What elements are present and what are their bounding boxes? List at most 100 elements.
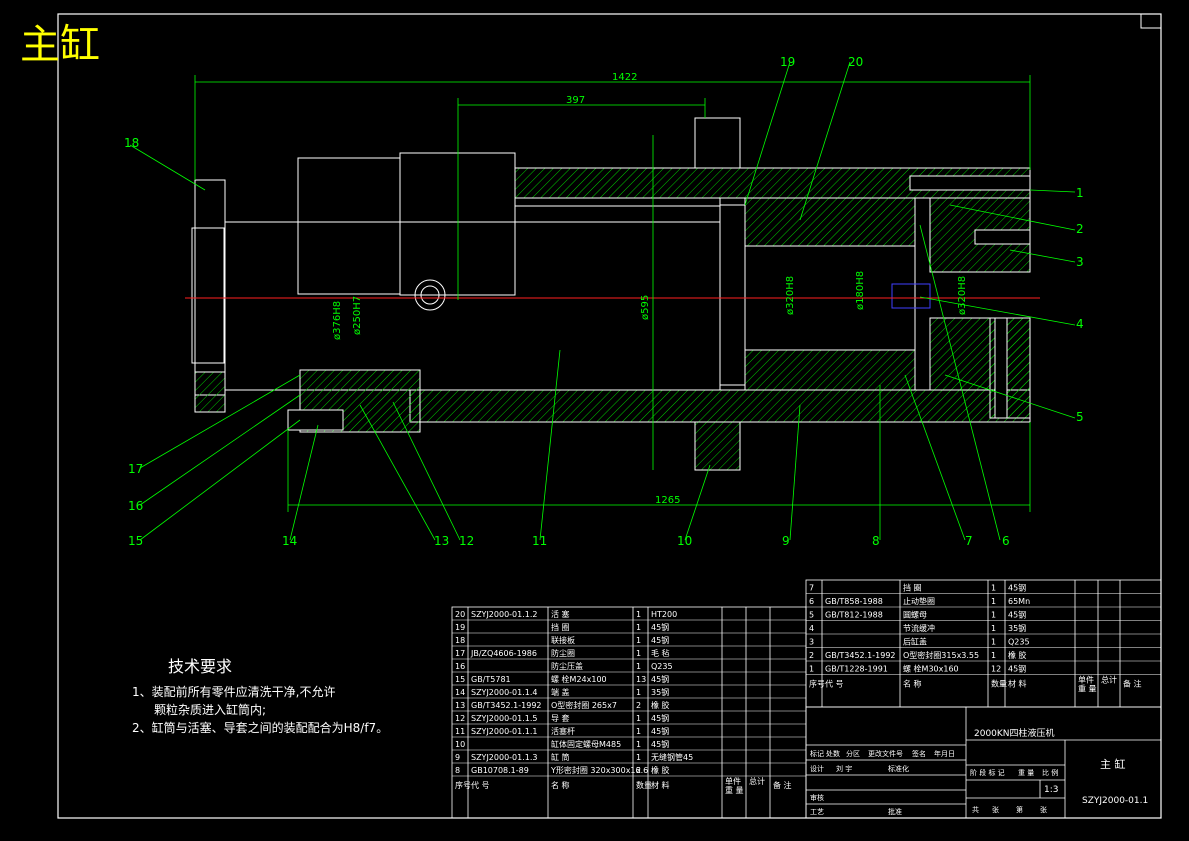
bom-right-cell: 35钢 <box>1008 623 1026 633</box>
bom-right-header-cell: 数量 <box>991 679 1007 689</box>
bom-left-cell: 无缝钢管45 <box>651 752 693 762</box>
bom-left-cell: 12 <box>455 714 465 723</box>
bom-left-cell: 1 <box>636 610 641 619</box>
tb-scale-label: 比 例 <box>1042 768 1058 777</box>
bom-left-cell: 9 <box>455 753 460 762</box>
bom-left-cell: Y形密封圈 320x300x16.6 <box>550 765 648 775</box>
callout-6: 6 <box>1002 534 1010 548</box>
bom-left-cell: 1 <box>636 727 641 736</box>
tb-designer: 刘 宇 <box>836 764 852 773</box>
tech-requirements: 技术要求 1、装配前所有零件应清洗干净,不允许 颗粒杂质进入缸筒内; 2、缸筒与… <box>132 657 388 735</box>
callout-12: 12 <box>459 534 474 548</box>
bom-left-cell: 橡 胶 <box>651 765 670 775</box>
drawing-number: SZYJ2000-01.1 <box>1082 796 1148 806</box>
bom-left-cell: 20 <box>455 610 465 619</box>
bom-left-cell: 10 <box>455 740 465 749</box>
bom-right-cell: 节流缓冲 <box>903 623 935 633</box>
bom-right-cell: 6 <box>809 597 814 606</box>
bom-right-cell: 螺 栓M30x160 <box>903 664 959 674</box>
bom-left-header-cell: 名 称 <box>551 780 570 790</box>
tb-approve-label: 批准 <box>888 807 902 816</box>
bom-left-cell: 1 <box>636 662 641 671</box>
dim-body-length: 1265 <box>655 495 680 506</box>
tb-sheet-total: 共 <box>972 805 979 814</box>
bom-left-cell: HT200 <box>651 610 677 619</box>
bom-right-cell: 1 <box>991 584 996 593</box>
bom-right-cell: 45钢 <box>1008 664 1026 674</box>
tb-row1-col4: 更改文件号 <box>868 749 903 758</box>
bom-left-header-cell: 单件 <box>725 776 741 786</box>
upper-nut <box>694 117 741 169</box>
tb-stage-label: 阶 段 标 记 <box>970 768 1005 777</box>
bom-right-cell: 5 <box>809 611 814 620</box>
bom-left-cell: SZYJ2000-01.1.1 <box>471 727 538 736</box>
bom-left-cell: 13 <box>636 675 646 684</box>
bom-left-header-cell: 数量 <box>636 780 652 790</box>
bom-left-cell: 13 <box>455 701 465 710</box>
bom-left-cell: 45钢 <box>651 635 669 645</box>
callout-5: 5 <box>1076 410 1084 424</box>
bom-left-cell: 15 <box>455 675 465 684</box>
bom-left-cell: O型密封圈 265x7 <box>551 700 617 710</box>
bom-left-cell: 45钢 <box>651 739 669 749</box>
tb-sheet-no: 第 <box>1016 805 1023 814</box>
bom-left-header-cell: 代 号 <box>471 780 490 790</box>
callout-18: 18 <box>124 136 139 150</box>
drawing-title: 主缸 <box>20 22 100 68</box>
bom-left-cell: 防尘圈 <box>551 648 575 658</box>
bom-right-cell: 1 <box>991 651 996 660</box>
bom-right-cell: O型密封圈315x3.55 <box>903 650 979 660</box>
bom-right-cell: 12 <box>991 665 1001 674</box>
bom-left-cell: 35钢 <box>651 687 669 697</box>
callout-2: 2 <box>1076 222 1084 236</box>
bom-right-header-cell: 序号 <box>809 679 825 689</box>
dim-total-length: 1422 <box>612 72 637 83</box>
tech-heading: 技术要求 <box>168 657 232 676</box>
bom-left-cell: 防尘压盖 <box>551 661 583 671</box>
bom-left-cell: 8 <box>455 766 460 775</box>
callout-7: 7 <box>965 534 973 548</box>
tb-row1-label: 标记 <box>810 749 824 758</box>
bom-right-header-cell: 重 量 <box>1078 684 1097 694</box>
bom-left-cell: 缸 筒 <box>551 752 570 762</box>
bom-left-cell: 11 <box>455 727 465 736</box>
tb-process-label: 工艺 <box>810 808 824 816</box>
callout-10: 10 <box>677 534 692 548</box>
callout-19: 19 <box>780 55 795 69</box>
bom-left-cell: 17 <box>455 649 465 658</box>
piston-top <box>744 197 916 247</box>
tb-standard-label: 标准化 <box>888 764 909 773</box>
bom-left-cell: 1 <box>636 688 641 697</box>
bom-left-cell: 活塞杆 <box>551 726 575 736</box>
bom-left-cell: 19 <box>455 623 465 632</box>
bom-left-cell: 1 <box>636 623 641 632</box>
bom-left-grid <box>451 606 807 819</box>
callout-3: 3 <box>1076 255 1084 269</box>
project-name: 2000KN四柱液压机 <box>974 727 1055 739</box>
dim-rod-length: 397 <box>566 95 585 106</box>
bom-right-cell: 圆螺母 <box>903 610 927 620</box>
bom-left-cell: 活 塞 <box>551 609 570 619</box>
bom-left-cell: SZYJ2000-01.1.4 <box>471 688 538 697</box>
bom-right-cell: 7 <box>809 584 814 593</box>
tube-lower <box>409 389 1031 423</box>
bom-left-header-cell: 总计 <box>749 776 765 786</box>
tb-sheet-total-unit: 张 <box>992 805 999 814</box>
bom-left-cell: 2 <box>636 766 641 775</box>
dim-d376: ø376H8 <box>332 301 343 340</box>
bom-left-cell: 缸体固定螺母M485 <box>551 739 621 749</box>
bom-right-header-cell: 代 号 <box>825 679 844 689</box>
dim-flange-dia: ø595 <box>640 295 651 320</box>
tb-row1-col2: 处数 <box>826 749 840 758</box>
callout-16: 16 <box>128 499 143 513</box>
tb-design-label: 设计 <box>810 764 824 773</box>
dim-d180: ø180H8 <box>855 271 866 310</box>
bom-left-cell: 45钢 <box>651 622 669 632</box>
bom-left-cell: 1 <box>636 740 641 749</box>
callout-4: 4 <box>1076 317 1084 331</box>
bom-right-cell: 橡 胶 <box>1008 650 1027 660</box>
callout-13: 13 <box>434 534 449 548</box>
bom-right-header-cell: 材 料 <box>1008 679 1027 689</box>
bom-right-cell: 1 <box>991 611 996 620</box>
tb-row1-col3: 分区 <box>846 749 860 758</box>
